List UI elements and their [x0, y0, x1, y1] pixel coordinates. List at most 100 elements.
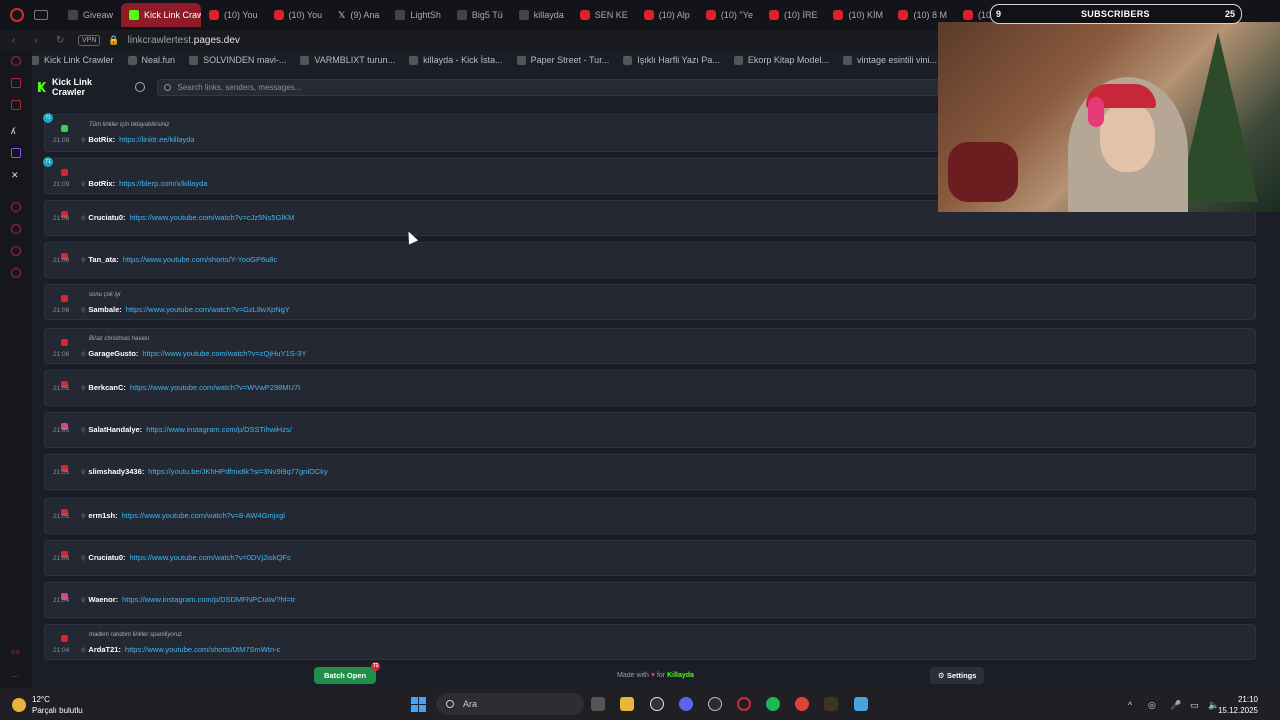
- microphone-icon[interactable]: 🎤: [1170, 700, 1181, 711]
- more-icon[interactable]: ···: [11, 672, 21, 682]
- link-row[interactable]: 21:05 ⚲ erm1sh: https://www.youtube.com/wat…: [44, 498, 1256, 534]
- link-row[interactable]: 21:06 Biraz christmas havası ⚲ GarageGusto:…: [44, 328, 1256, 364]
- browser-tab[interactable]: Giveaw: [60, 3, 121, 27]
- system-clock[interactable]: 21:10 15.12.2025: [1218, 694, 1258, 716]
- reload-icon[interactable]: ↻: [56, 35, 66, 46]
- link-row[interactable]: 21:04 madem random linkler spamliyoruz ⚲ Ar…: [44, 624, 1256, 660]
- browser-tab[interactable]: Kick Link Crawl: [121, 3, 202, 27]
- bookmark-item[interactable]: VARMBLIXT turun...: [300, 55, 395, 65]
- url-field[interactable]: linkcrawlertest.pages.dev: [128, 35, 240, 46]
- row-link[interactable]: https://youtu.be/JKhHPdfmx8k?si=3Nv9i9q7…: [148, 467, 327, 476]
- history-icon[interactable]: [11, 224, 21, 234]
- x-icon[interactable]: ✕: [11, 170, 21, 180]
- row-time: 21:06: [53, 307, 70, 314]
- weather-widget[interactable]: 12°C Parçalı bulutlu: [12, 694, 83, 716]
- settings-gear-icon[interactable]: [11, 268, 21, 278]
- twitch-icon[interactable]: [11, 148, 21, 158]
- messenger-icon[interactable]: [11, 78, 21, 88]
- aria-icon[interactable]: [11, 56, 21, 66]
- browser-tab[interactable]: SEN KE: [572, 3, 636, 27]
- lock-icon[interactable]: 🔒: [108, 35, 119, 46]
- opera-logo-icon[interactable]: [10, 8, 24, 22]
- link-row[interactable]: 21:05 ⚲ BerkcanC: https://www.youtube.com/w…: [44, 370, 1256, 406]
- chrome-icon[interactable]: [795, 697, 809, 711]
- spotify-icon[interactable]: [766, 697, 780, 711]
- opera-gx-icon[interactable]: [737, 697, 751, 711]
- bookmark-favicon-icon: [516, 55, 526, 65]
- row-link[interactable]: https://www.youtube.com/watch?v=GzLIlwXp…: [126, 305, 290, 314]
- row-link[interactable]: https://www.youtube.com/watch?v=WVwP298M…: [130, 383, 300, 392]
- row-link[interactable]: https://blerp.com/x/killayda: [119, 179, 207, 188]
- gx-icon[interactable]: GX: [11, 650, 21, 660]
- vpn-badge[interactable]: VPN: [78, 34, 101, 46]
- task-view-icon[interactable]: [591, 697, 605, 711]
- bookmark-favicon-icon: [189, 55, 199, 65]
- row-link[interactable]: https://www.youtube.com/shorts/Y-YooGP6u…: [123, 255, 278, 264]
- link-row[interactable]: 21:04 ⚲ Waenor: https://www.instagram.com/p…: [44, 582, 1256, 618]
- link-row[interactable]: 21:06 sonu çok iyi ⚲ Sambale: https://www.yo…: [44, 284, 1256, 320]
- notepad-icon[interactable]: [854, 697, 868, 711]
- row-link[interactable]: https://www.youtube.com/shorts/0tM7SmWtn…: [125, 645, 280, 654]
- row-link[interactable]: https://www.youtube.com/watch?v=cJz5Ns5G…: [130, 213, 295, 222]
- browser-tab[interactable]: LightSh: [387, 3, 449, 27]
- row-sender: Tan_ata:: [88, 255, 119, 264]
- browser-tab[interactable]: (10) You: [266, 3, 331, 27]
- github-icon[interactable]: [135, 82, 146, 92]
- bookmark-item[interactable]: Kick Link Crawler: [30, 55, 114, 65]
- browser-tab[interactable]: (10) KİM: [825, 3, 890, 27]
- settings-button[interactable]: ⚙ Settings: [930, 667, 985, 684]
- batch-open-button[interactable]: Batch Open 73: [314, 662, 381, 684]
- link-row[interactable]: 21:06 ⚲ Tan_ata: https://www.youtube.com/sh…: [44, 242, 1256, 278]
- tray-app-icon[interactable]: ◎: [1148, 700, 1156, 711]
- browser-tab[interactable]: killayda: [511, 3, 572, 27]
- browser-tab[interactable]: (10) İRE: [761, 3, 826, 27]
- link-row[interactable]: 21:05 ⚲ slimshady3436: https://youtu.be/JKh…: [44, 454, 1256, 490]
- bot-badge: 71: [43, 113, 53, 123]
- bookmark-item[interactable]: SOLVINDEN mavi-...: [189, 55, 286, 65]
- player-icon[interactable]: [11, 202, 21, 212]
- bookmark-item[interactable]: killayda - Kick İsta...: [409, 55, 503, 65]
- row-link[interactable]: https://linktr.ee/killayda: [119, 135, 194, 144]
- row-link[interactable]: https://www.youtube.com/watch?v=8-AW4Gmj…: [122, 511, 285, 520]
- made-author-link[interactable]: Killayda: [667, 672, 694, 679]
- file-explorer-icon[interactable]: [620, 697, 634, 711]
- tab-snap-icon[interactable]: [34, 10, 48, 20]
- row-link[interactable]: https://www.instagram.com/p/DSSTihwiHzs/: [146, 425, 292, 434]
- browser-tab[interactable]: (10) ''Ye: [698, 3, 761, 27]
- network-icon[interactable]: ▭: [1190, 700, 1199, 711]
- bookmark-item[interactable]: Işıklı Harfli Yazı Pa...: [623, 55, 720, 65]
- link-row[interactable]: 21:05 ⚲ SalatHandalye: https://www.instagra…: [44, 412, 1256, 448]
- tab-label: (10) 8 M: [913, 10, 947, 20]
- forward-icon[interactable]: ›: [34, 35, 44, 46]
- kick-icon[interactable]: ʎ: [11, 126, 21, 136]
- row-link[interactable]: https://www.youtube.com/watch?v=zQjHuY1S…: [142, 349, 306, 358]
- webcam-overlay: [938, 22, 1280, 212]
- row-message: Biraz christmas havası: [89, 336, 150, 342]
- steam-icon[interactable]: [650, 697, 664, 711]
- tab-label: LightSh: [410, 10, 441, 20]
- discord-icon[interactable]: [679, 697, 693, 711]
- browser-tab[interactable]: 𝕏 (9) Ana: [330, 3, 387, 27]
- taskbar-search[interactable]: Ara: [436, 693, 584, 715]
- tab-favicon-icon: [962, 10, 973, 20]
- row-link[interactable]: https://www.youtube.com/watch?v=0DVj2isk…: [130, 553, 291, 562]
- instagram-icon[interactable]: [11, 100, 21, 110]
- extensions-icon[interactable]: [11, 246, 21, 256]
- browser-tab[interactable]: Big5 Tü: [449, 3, 511, 27]
- obs-icon[interactable]: [708, 697, 722, 711]
- bookmark-item[interactable]: vintage esintili vini...: [842, 55, 937, 65]
- bookmark-item[interactable]: Ekorp Kitap Model...: [733, 55, 829, 65]
- browser-tab[interactable]: (10) Alp: [636, 3, 698, 27]
- windows-start-icon[interactable]: [411, 697, 426, 712]
- search-input[interactable]: Search links, senders, messages...: [157, 78, 940, 96]
- bookmark-item[interactable]: Paper Street - Tur...: [516, 55, 609, 65]
- row-link[interactable]: https://www.instagram.com/p/DSDMFNPCuIw/…: [122, 595, 295, 604]
- back-icon[interactable]: ‹: [12, 35, 22, 46]
- brand[interactable]: Kick Link Crawler: [38, 77, 127, 97]
- tab-favicon-icon: [643, 10, 654, 20]
- browser-tab[interactable]: (10) You: [201, 3, 266, 27]
- bookmark-item[interactable]: Neal.fun: [127, 55, 175, 65]
- link-row[interactable]: 21:05 ⚲ Cruciatu0: https://www.youtube.com/…: [44, 540, 1256, 576]
- tray-chevron-icon[interactable]: ^: [1128, 700, 1132, 710]
- league-icon[interactable]: [824, 697, 838, 711]
